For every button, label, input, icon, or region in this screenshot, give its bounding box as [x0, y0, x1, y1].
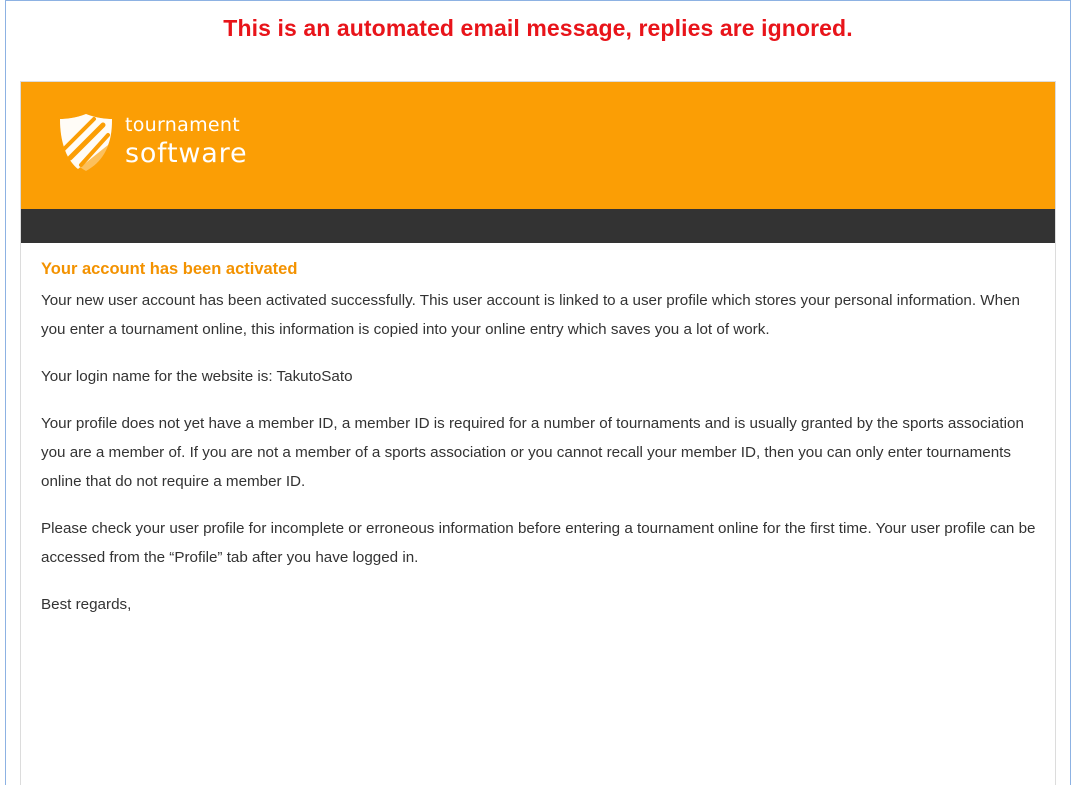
email-heading: Your account has been activated	[41, 260, 298, 278]
brand-name-line1: tournament	[125, 114, 240, 136]
email-body: Your account has been activated Your new…	[41, 258, 1041, 637]
email-window: This is an automated email message, repl…	[5, 0, 1071, 785]
paragraph-activation: Your new user account has been activated…	[41, 292, 1020, 338]
dark-nav-bar	[21, 209, 1055, 243]
brand-logo: tournament software	[56, 111, 286, 181]
paragraph-closing: Best regards,	[41, 596, 132, 613]
paragraph-member-id: Your profile does not yet have a member …	[41, 415, 1024, 490]
automated-notice: This is an automated email message, repl…	[223, 15, 853, 41]
email-card: tournament software Your account has bee…	[20, 81, 1056, 785]
paragraph-login-name: Your login name for the website is: Taku…	[41, 368, 353, 385]
paragraph-profile-check: Please check your user profile for incom…	[41, 520, 1036, 566]
brand-name-line2: software	[125, 138, 248, 169]
brand-banner: tournament software	[21, 82, 1055, 209]
shield-logo-icon	[60, 114, 112, 171]
